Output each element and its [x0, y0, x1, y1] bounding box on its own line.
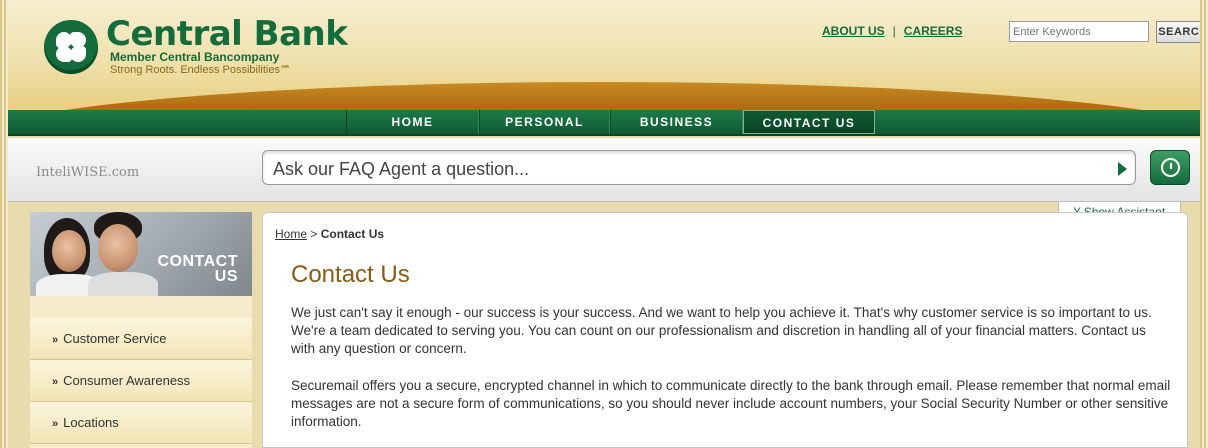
right-border-stripe: [1200, 0, 1208, 448]
careers-link[interactable]: CAREERS: [904, 24, 963, 38]
sidebar-menu: » Customer Service » Consumer Awareness » L…: [30, 318, 252, 444]
main-content: Home > Contact Us Contact Us We just can…: [262, 212, 1188, 448]
brand-name[interactable]: Central Bank: [106, 14, 348, 54]
brand-member-line: Member Central Bancompany: [110, 50, 280, 64]
history-clock-button[interactable]: [1150, 150, 1190, 185]
chevron-right-icon: »: [52, 418, 59, 430]
intro-paragraph: We just can't say it enough - our succes…: [291, 305, 1152, 356]
about-us-link[interactable]: ABOUT US: [822, 24, 885, 38]
securemail-paragraph: Securemail offers you a secure, encrypte…: [291, 378, 1171, 429]
breadcrumb-current: Contact Us: [320, 227, 385, 241]
sidebar-item-locations[interactable]: » Locations: [30, 402, 252, 444]
sidebar: CONTACT US » Customer Service » Consumer A…: [30, 212, 252, 448]
nav-home[interactable]: HOME: [346, 110, 479, 134]
nav-contact-us[interactable]: CONTACT US: [743, 110, 875, 134]
clover-logo-icon[interactable]: [44, 20, 98, 74]
chevron-right-icon: »: [52, 334, 59, 346]
inteliwise-logo[interactable]: InteliWISE.com: [36, 165, 139, 180]
keyword-search-input[interactable]: [1009, 21, 1149, 42]
left-border-stripe: [0, 0, 8, 448]
breadcrumb-home-link[interactable]: Home: [275, 227, 307, 241]
search-button[interactable]: SEARCH: [1156, 21, 1200, 43]
breadcrumb: Home > Contact Us: [275, 227, 385, 241]
nav-business[interactable]: BUSINESS: [610, 110, 743, 134]
chevron-right-icon: »: [52, 376, 59, 388]
faq-placeholder: Ask our FAQ Agent a question...: [273, 159, 530, 179]
main-nav: HOME PERSONAL BUSINESS CONTACT US: [8, 110, 1200, 136]
link-separator: |: [892, 24, 896, 38]
page-title: Contact Us: [291, 261, 410, 288]
submit-arrow-icon[interactable]: [1118, 162, 1127, 176]
site-header: Central Bank Member Central Bancompany S…: [8, 0, 1200, 112]
top-links: ABOUT US | CAREERS: [822, 24, 962, 38]
nav-personal[interactable]: PERSONAL: [479, 110, 610, 134]
brand-tagline: Strong Roots. Endless Possibilities℠: [110, 64, 292, 76]
contact-hero-image: CONTACT US: [30, 212, 252, 296]
sidebar-item-customer-service[interactable]: » Customer Service: [30, 318, 252, 360]
hero-title: CONTACT US: [157, 253, 238, 285]
header-swoosh: [8, 82, 1200, 112]
sidebar-item-consumer-awareness[interactable]: » Consumer Awareness: [30, 360, 252, 402]
faq-question-input[interactable]: Ask our FAQ Agent a question...: [262, 150, 1136, 185]
clock-icon: [1161, 158, 1180, 177]
faq-agent-bar: InteliWISE.com Ask our FAQ Agent a quest…: [8, 138, 1200, 202]
